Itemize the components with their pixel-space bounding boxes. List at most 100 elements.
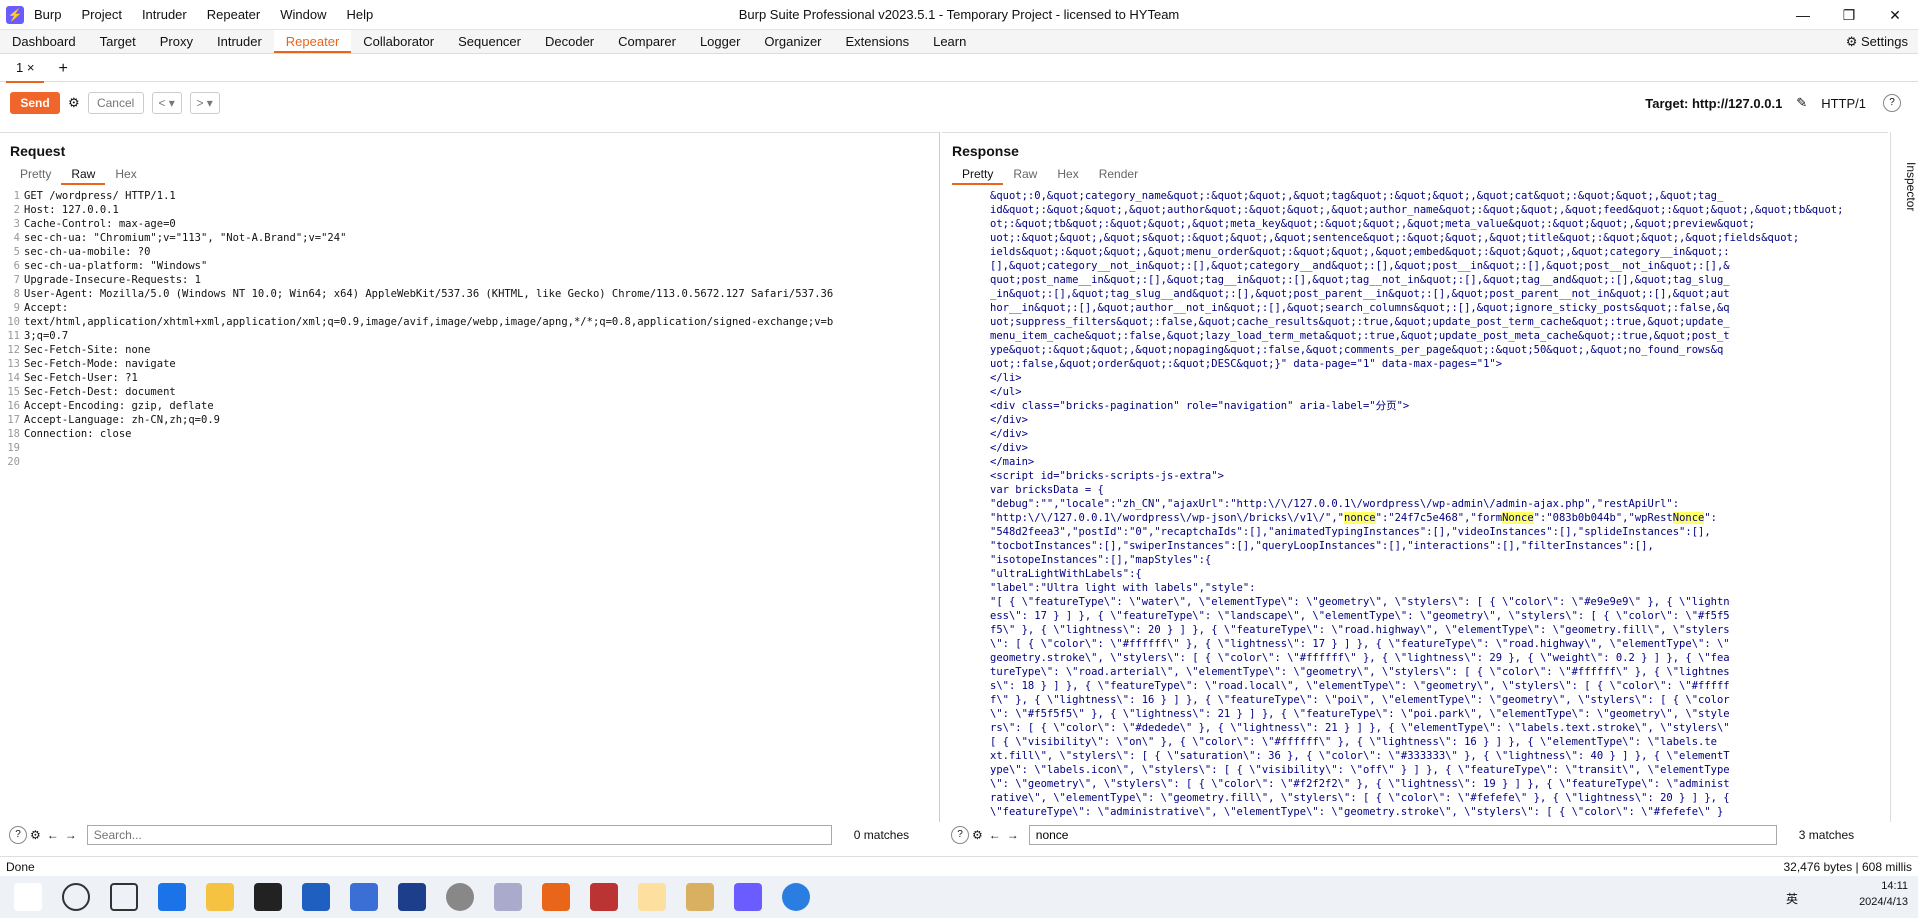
search-highlight: Nonce	[1502, 512, 1534, 524]
response-tab-raw[interactable]: Raw	[1003, 165, 1047, 185]
edit-target-icon[interactable]: ✎	[1796, 95, 1807, 111]
gear-icon[interactable]: ⚙	[972, 828, 983, 842]
response-tab-render[interactable]: Render	[1089, 165, 1148, 185]
windows-start-icon[interactable]	[14, 883, 42, 911]
response-line: f\" }, { \"lightness\": 16 } ] }, { \"fe…	[990, 694, 1730, 706]
edge-icon[interactable]	[158, 883, 186, 911]
menu-item-window[interactable]: Window	[280, 7, 326, 22]
search-icon[interactable]	[62, 883, 90, 911]
line-number: 5	[13, 246, 20, 258]
app-globe-icon[interactable]	[446, 883, 474, 911]
response-line: ess\": 17 } ] }, { \"featureType\": \"la…	[990, 610, 1730, 622]
request-line-text: Upgrade-Insecure-Requests: 1	[24, 274, 202, 286]
repeater-tab-label: 1	[16, 59, 24, 75]
app-animal-icon[interactable]	[638, 883, 666, 911]
repeater-tabs: 1 × +	[0, 55, 1918, 83]
response-line: </ul>	[990, 386, 1022, 398]
back-button[interactable]: < ▾	[151, 92, 182, 114]
tab-target[interactable]: Target	[88, 30, 148, 53]
menu-item-help[interactable]: Help	[346, 7, 373, 22]
close-icon[interactable]: ✕	[1872, 0, 1918, 30]
file-explorer-icon[interactable]	[206, 883, 234, 911]
title-bar: ⚡ Burp Project Intruder Repeater Window Help …	[0, 0, 1918, 30]
help-icon[interactable]: ?	[951, 826, 969, 844]
tab-proxy[interactable]: Proxy	[148, 30, 205, 53]
response-editor[interactable]: &quot;:0,&quot;category_name&quot;:&quot…	[942, 189, 1888, 822]
task-view-icon[interactable]	[110, 883, 138, 911]
request-editor[interactable]: 1 GET /wordpress/ HTTP/1.1 2 Host: 127.0.0.…	[0, 189, 939, 822]
app-search-icon[interactable]	[542, 883, 570, 911]
gear-icon[interactable]: ⚙	[68, 95, 80, 111]
request-search-input[interactable]	[86, 825, 832, 845]
add-tab-icon[interactable]: +	[58, 60, 67, 78]
tab-logger[interactable]: Logger	[688, 30, 752, 53]
chrome-icon[interactable]	[782, 883, 810, 911]
app-p-icon[interactable]	[302, 883, 330, 911]
clock-date: 2024/4/13	[1859, 896, 1908, 908]
request-line: 15 Sec-Fetch-Dest: document	[0, 385, 939, 399]
tab-learn[interactable]: Learn	[921, 30, 978, 53]
terminal-icon[interactable]	[254, 883, 282, 911]
back-arrow-icon[interactable]: ←	[47, 828, 59, 842]
powershell-icon[interactable]	[398, 883, 426, 911]
system-clock[interactable]: 14:11 2024/4/13	[1859, 878, 1908, 910]
back-arrow-icon[interactable]: ←	[989, 828, 1001, 842]
restore-icon[interactable]: ❐	[1826, 0, 1872, 30]
response-line: </div>	[990, 442, 1028, 454]
response-search-bar: ? ⚙ ← → 3 matches	[948, 822, 1888, 848]
app-gold-icon[interactable]	[686, 883, 714, 911]
tab-organizer[interactable]: Organizer	[752, 30, 833, 53]
response-tab-hex[interactable]: Hex	[1047, 165, 1088, 185]
request-line-text: GET /wordpress/ HTTP/1.1	[24, 190, 176, 202]
menu-item-repeater[interactable]: Repeater	[207, 7, 260, 22]
request-line-text: Cache-Control: max-age=0	[24, 218, 176, 230]
request-tab-raw[interactable]: Raw	[61, 165, 106, 185]
forward-arrow-icon[interactable]: →	[1007, 828, 1019, 842]
tab-repeater[interactable]: Repeater	[273, 30, 352, 53]
menu-item-burp[interactable]: Burp	[34, 7, 61, 22]
request-line-text: 3;q=0.7	[24, 330, 69, 342]
menu-bar: Burp Project Intruder Repeater Window Help	[34, 7, 393, 22]
response-search-input[interactable]	[1028, 825, 1777, 845]
response-tab-pretty[interactable]: Pretty	[952, 165, 1004, 185]
tab-decoder[interactable]: Decoder	[533, 30, 606, 53]
tab-dashboard[interactable]: Dashboard	[0, 30, 88, 53]
menu-item-project[interactable]: Project	[81, 7, 121, 22]
request-tab-pretty[interactable]: Pretty	[10, 165, 61, 185]
settings-button[interactable]: ⚙ Settings	[1846, 30, 1908, 54]
protocol-label[interactable]: HTTP/1	[1821, 96, 1866, 111]
help-icon[interactable]: ?	[1883, 94, 1901, 112]
tab-collaborator[interactable]: Collaborator	[351, 30, 446, 53]
tab-intruder[interactable]: Intruder	[205, 30, 274, 53]
tab-extensions[interactable]: Extensions	[834, 30, 922, 53]
cancel-button[interactable]: Cancel	[87, 92, 144, 114]
response-line: &quot;:0,&quot;category_name&quot;:&quot…	[990, 190, 1724, 202]
line-number: 7	[13, 274, 20, 286]
line-number: 12	[7, 344, 20, 356]
response-line: s\": 18 } ] }, { \"featureType\": \"road…	[990, 680, 1730, 692]
forward-arrow-icon[interactable]: →	[65, 828, 77, 842]
request-line: 1 GET /wordpress/ HTTP/1.1	[0, 189, 939, 203]
app-notes-icon[interactable]	[494, 883, 522, 911]
request-line: 19	[0, 441, 939, 455]
app-blue-icon[interactable]	[350, 883, 378, 911]
menu-item-intruder[interactable]: Intruder	[142, 7, 187, 22]
burp-taskbar-icon[interactable]	[734, 883, 762, 911]
app-winrar-icon[interactable]	[590, 883, 618, 911]
tab-sequencer[interactable]: Sequencer	[446, 30, 533, 53]
send-button[interactable]: Send	[10, 92, 60, 114]
request-line-text: sec-ch-ua-mobile: ?0	[24, 246, 151, 258]
close-tab-icon[interactable]: ×	[27, 60, 35, 75]
request-tab-hex[interactable]: Hex	[105, 165, 146, 185]
response-line: ype&quot;:&quot;&quot;,&quot;nopaging&qu…	[990, 344, 1724, 356]
request-line: 7 Upgrade-Insecure-Requests: 1	[0, 273, 939, 287]
request-line: 20	[0, 455, 939, 469]
help-icon[interactable]: ?	[9, 826, 27, 844]
inspector-panel[interactable]: Inspector	[1890, 132, 1918, 822]
tab-comparer[interactable]: Comparer	[606, 30, 688, 53]
repeater-tab-1[interactable]: 1 ×	[6, 55, 45, 83]
forward-button[interactable]: > ▾	[189, 92, 220, 114]
minimize-icon[interactable]: —	[1780, 0, 1826, 30]
language-indicator[interactable]: 英	[1786, 890, 1798, 907]
gear-icon[interactable]: ⚙	[30, 828, 41, 842]
